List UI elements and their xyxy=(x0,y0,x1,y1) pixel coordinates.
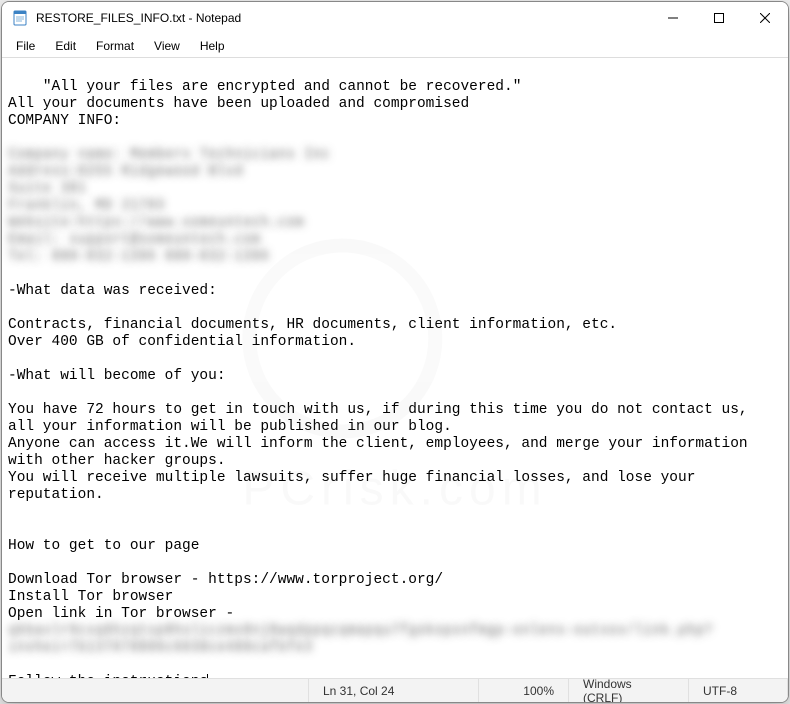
redacted-line: Tel: 800-832-1396 800-832-1396 xyxy=(8,249,269,265)
notepad-window: RESTORE_FILES_INFO.txt - Notepad File Ed… xyxy=(1,1,789,703)
text-line: Install Tor browser xyxy=(8,589,173,605)
window-title: RESTORE_FILES_INFO.txt - Notepad xyxy=(36,11,241,25)
status-cursor-position: Ln 31, Col 24 xyxy=(308,679,478,702)
status-line-ending: Windows (CRLF) xyxy=(568,679,688,702)
text-line: You have 72 hours to get in touch with u… xyxy=(8,402,756,435)
close-icon xyxy=(760,13,770,23)
text-line: How to get to our page xyxy=(8,538,199,554)
minimize-icon xyxy=(668,13,678,23)
redacted-line: invhei=7b137078806c6038ce480cafbfe3 xyxy=(8,640,313,656)
status-zoom[interactable]: 100% xyxy=(478,679,568,702)
notepad-app-icon xyxy=(12,10,28,26)
text-line: Open link in Tor browser - xyxy=(8,606,243,622)
redacted-line: qkbaxlr9cxq6hzqtxp8hsliczmx8nj8wqdppqcqm… xyxy=(8,623,713,639)
menu-file[interactable]: File xyxy=(6,34,45,57)
menu-format[interactable]: Format xyxy=(86,34,144,57)
text-line: COMPANY INFO: xyxy=(8,113,121,129)
redacted-line: Address:8255 Ridgewood Blvd xyxy=(8,164,243,180)
text-line: You will receive multiple lawsuits, suff… xyxy=(8,470,704,503)
redacted-line: Suite 381 xyxy=(8,181,86,197)
redacted-line: Company name: Members Technicians Inc xyxy=(8,147,330,163)
text-line: -What data was received: xyxy=(8,283,217,299)
minimize-button[interactable] xyxy=(650,2,696,34)
menu-edit[interactable]: Edit xyxy=(45,34,86,57)
redacted-line: Email: support@someuntech.com xyxy=(8,232,260,248)
maximize-icon xyxy=(714,13,724,23)
titlebar[interactable]: RESTORE_FILES_INFO.txt - Notepad xyxy=(2,2,788,34)
text-line: Contracts, financial documents, HR docum… xyxy=(8,317,617,333)
text-line: "All your files are encrypted and cannot… xyxy=(43,79,522,95)
text-cursor xyxy=(207,674,208,678)
text-line: All your documents have been uploaded an… xyxy=(8,96,469,112)
close-button[interactable] xyxy=(742,2,788,34)
status-encoding: UTF-8 xyxy=(688,679,788,702)
redacted-line: Website:https://www.someuntech.com xyxy=(8,215,304,231)
text-line: Download Tor browser - https://www.torpr… xyxy=(8,572,443,588)
text-line: Over 400 GB of confidential information. xyxy=(8,334,356,350)
redacted-line: Franklin, MD 21703 xyxy=(8,198,165,214)
text-line: Anyone can access it.We will inform the … xyxy=(8,436,756,469)
maximize-button[interactable] xyxy=(696,2,742,34)
menubar: File Edit Format View Help xyxy=(2,34,788,58)
text-editor-area[interactable]: PCrisk.com "All your files are encrypted… xyxy=(2,58,788,678)
menu-view[interactable]: View xyxy=(144,34,190,57)
statusbar: Ln 31, Col 24 100% Windows (CRLF) UTF-8 xyxy=(2,678,788,702)
text-line: -What will become of you: xyxy=(8,368,226,384)
menu-help[interactable]: Help xyxy=(190,34,235,57)
text-line: Follow the instructions xyxy=(8,674,208,678)
